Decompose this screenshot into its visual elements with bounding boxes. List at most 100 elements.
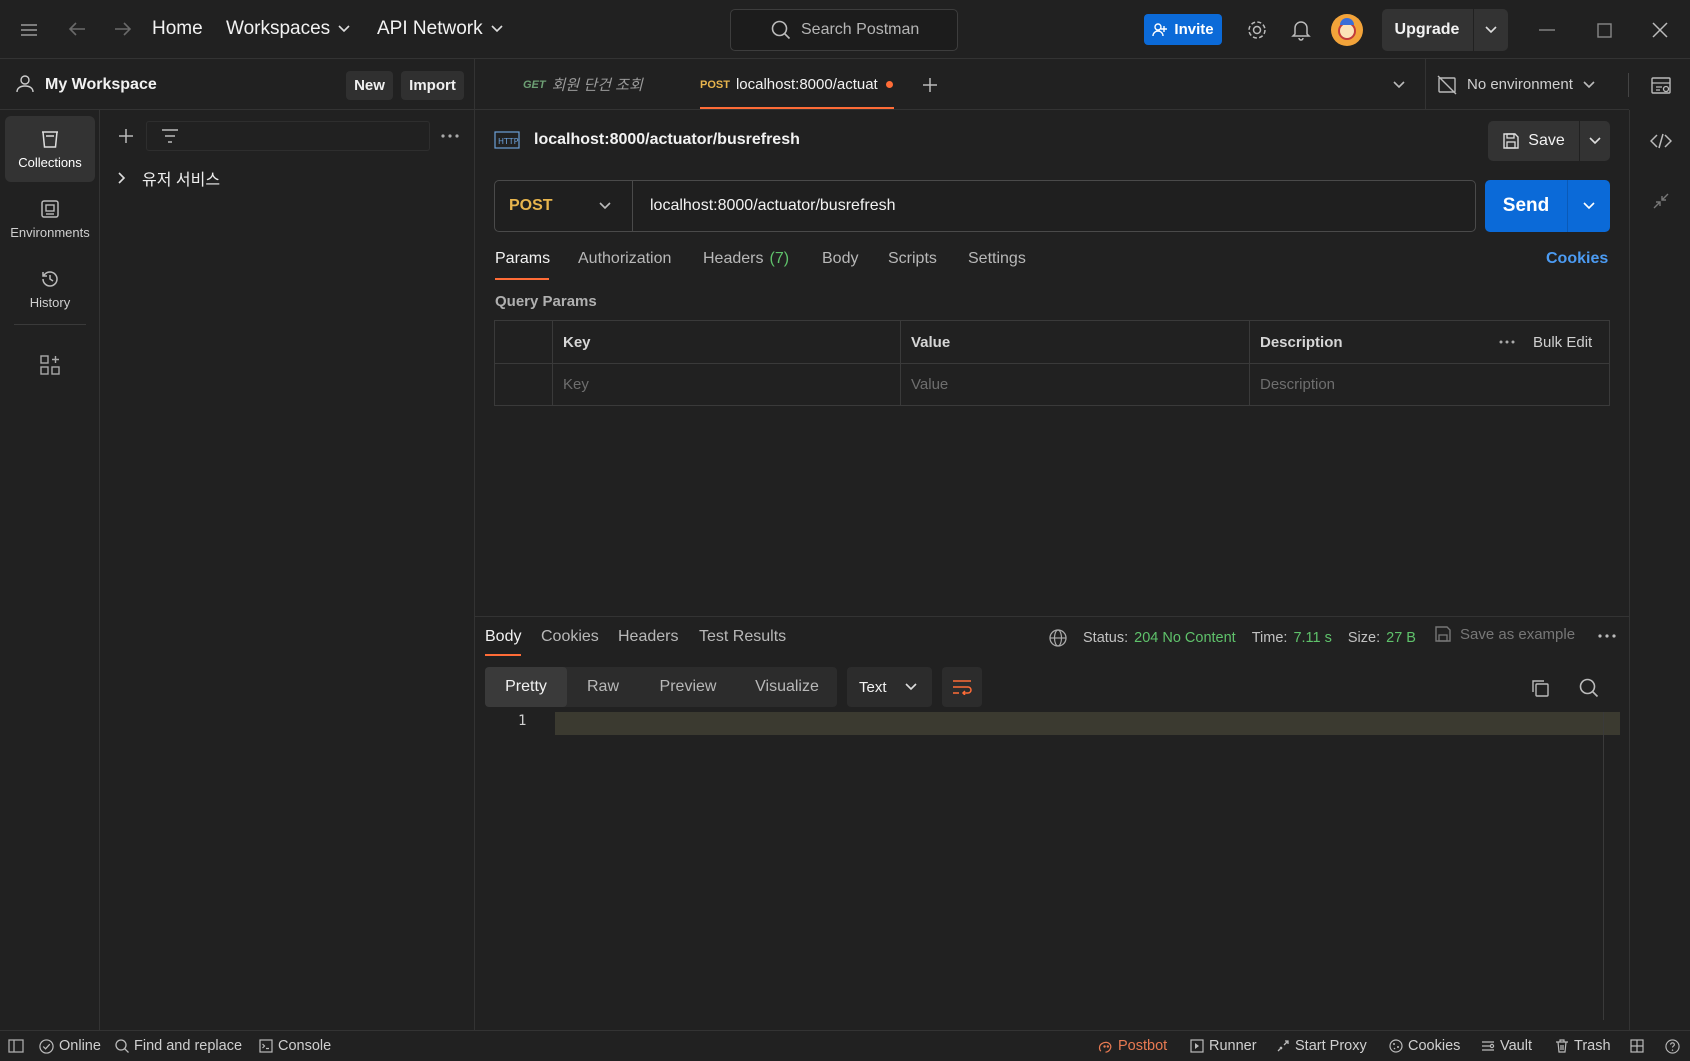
top-bar: Home Workspaces API Network Search Postm… — [0, 0, 1690, 59]
chevron-down-icon — [491, 25, 503, 33]
chevron-down-icon — [599, 202, 611, 210]
time-value[interactable]: 7.11 s — [1293, 630, 1331, 646]
workspaces-menu[interactable]: Workspaces — [226, 18, 350, 40]
cookie-icon — [1389, 1039, 1403, 1053]
import-button[interactable]: Import — [401, 71, 464, 100]
status-value[interactable]: 204 No Content — [1134, 630, 1236, 646]
chevron-down-icon — [904, 683, 917, 691]
home-link[interactable]: Home — [152, 18, 203, 40]
notifications-bell-icon[interactable] — [1288, 17, 1314, 43]
find-replace-button[interactable]: Find and replace — [115, 1031, 242, 1061]
key-input[interactable]: Key — [563, 363, 893, 405]
collapse-icon[interactable] — [1647, 187, 1675, 215]
runner-button[interactable]: Runner — [1190, 1031, 1257, 1061]
code-icon[interactable] — [1647, 127, 1675, 155]
description-input[interactable]: Description — [1260, 363, 1600, 405]
online-status[interactable]: Online — [39, 1031, 101, 1061]
invite-button[interactable]: Invite — [1144, 14, 1222, 45]
tabs-overflow-chevron-icon[interactable] — [1386, 73, 1412, 97]
send-button[interactable]: Send — [1485, 180, 1567, 232]
send-dropdown-button[interactable] — [1568, 180, 1610, 232]
tab-post-busrefresh[interactable]: POST localhost:8000/actuat — [700, 59, 894, 110]
environment-selector[interactable]: No environment — [1437, 59, 1597, 110]
filter-input[interactable] — [146, 121, 430, 151]
search-input[interactable]: Search Postman — [730, 9, 958, 51]
menu-icon[interactable] — [16, 18, 42, 42]
editor-scrollbar[interactable] — [1603, 712, 1604, 1020]
value-input[interactable]: Value — [911, 363, 1241, 405]
avatar[interactable] — [1331, 14, 1363, 46]
rail-item-environments[interactable]: Environments — [5, 186, 95, 252]
upgrade-button[interactable]: Upgrade — [1382, 9, 1472, 51]
rail-item-collections[interactable]: Collections — [5, 116, 95, 182]
forward-arrow-icon[interactable] — [110, 16, 136, 42]
wrap-lines-icon[interactable] — [942, 667, 982, 707]
search-icon[interactable] — [1576, 675, 1602, 701]
settings-gear-icon[interactable] — [1244, 17, 1270, 43]
trash-button[interactable]: Trash — [1555, 1031, 1611, 1061]
tab-params[interactable]: Params — [495, 250, 550, 268]
tab-authorization[interactable]: Authorization — [578, 250, 671, 268]
configure-sidebar-icon[interactable] — [37, 352, 63, 378]
format-label: Text — [859, 678, 887, 696]
tab-scripts[interactable]: Scripts — [888, 250, 937, 268]
format-select[interactable]: Text — [847, 667, 932, 707]
copy-icon[interactable] — [1527, 675, 1553, 701]
close-icon[interactable] — [1647, 17, 1673, 43]
console-button[interactable]: Console — [259, 1031, 331, 1061]
back-arrow-icon[interactable] — [64, 16, 90, 42]
size-value[interactable]: 27 B — [1386, 630, 1416, 646]
save-button[interactable]: Save — [1488, 121, 1579, 161]
bulk-edit-button[interactable]: Bulk Edit — [1533, 334, 1592, 351]
collection-item[interactable]: 유저 서비스 — [118, 166, 220, 190]
new-button[interactable]: New — [346, 71, 393, 100]
more-options-icon[interactable] — [437, 123, 463, 149]
rail-item-history[interactable]: History — [5, 256, 95, 322]
cookies-link[interactable]: Cookies — [1546, 250, 1608, 268]
save-icon — [1435, 626, 1451, 642]
toggle-sidebar-icon[interactable] — [8, 1031, 24, 1061]
help-icon[interactable] — [1665, 1031, 1680, 1061]
request-title[interactable]: localhost:8000/actuator/busrefresh — [534, 131, 800, 149]
rail-label: Collections — [18, 154, 82, 170]
response-body-editor[interactable] — [555, 712, 1620, 735]
upgrade-dropdown-button[interactable] — [1474, 9, 1508, 51]
view-pretty[interactable]: Pretty — [485, 667, 567, 707]
minimize-icon[interactable] — [1534, 18, 1560, 42]
method-select[interactable]: POST — [495, 181, 633, 231]
view-raw[interactable]: Raw — [567, 667, 639, 707]
cookies-button[interactable]: Cookies — [1389, 1031, 1460, 1061]
view-preview[interactable]: Preview — [639, 667, 737, 707]
workspace-name[interactable]: My Workspace — [45, 76, 157, 94]
start-proxy-button[interactable]: Start Proxy — [1276, 1031, 1367, 1061]
add-collection-icon[interactable] — [113, 123, 139, 149]
response-tab-body[interactable]: Body — [485, 628, 521, 646]
view-visualize[interactable]: Visualize — [737, 667, 837, 707]
api-network-menu[interactable]: API Network — [377, 18, 503, 40]
vault-button[interactable]: Vault — [1481, 1031, 1532, 1061]
runner-label: Runner — [1209, 1038, 1257, 1054]
more-options-icon[interactable] — [1499, 340, 1515, 344]
save-dropdown-button[interactable] — [1580, 121, 1610, 161]
globe-icon[interactable] — [1049, 629, 1067, 647]
column-header-description: Description — [1260, 333, 1343, 351]
response-tab-headers[interactable]: Headers — [618, 628, 678, 646]
tab-get-member[interactable]: GET 회원 단건 조회 — [523, 59, 693, 110]
postbot-button[interactable]: Postbot — [1098, 1031, 1167, 1061]
tab-body[interactable]: Body — [822, 250, 858, 268]
response-more-icon[interactable] — [1594, 625, 1620, 647]
save-as-example-button[interactable]: Save as example — [1434, 625, 1575, 643]
column-header-key: Key — [563, 333, 591, 351]
layout-toggle-icon[interactable] — [1630, 1031, 1644, 1061]
url-input[interactable]: localhost:8000/actuator/busrefresh — [650, 181, 895, 231]
maximize-icon[interactable] — [1591, 18, 1617, 42]
tab-headers[interactable]: Headers (7) — [703, 250, 789, 268]
environment-quicklook-icon[interactable] — [1647, 72, 1675, 100]
request-title-row: HTTP localhost:8000/actuator/busrefresh — [494, 127, 800, 153]
response-tab-test-results[interactable]: Test Results — [699, 628, 786, 646]
tab-settings[interactable]: Settings — [968, 250, 1026, 268]
new-tab-icon[interactable] — [917, 72, 943, 98]
response-tab-cookies[interactable]: Cookies — [541, 628, 599, 646]
collections-sidebar: 유저 서비스 — [100, 110, 475, 1030]
rail-divider — [14, 324, 86, 325]
